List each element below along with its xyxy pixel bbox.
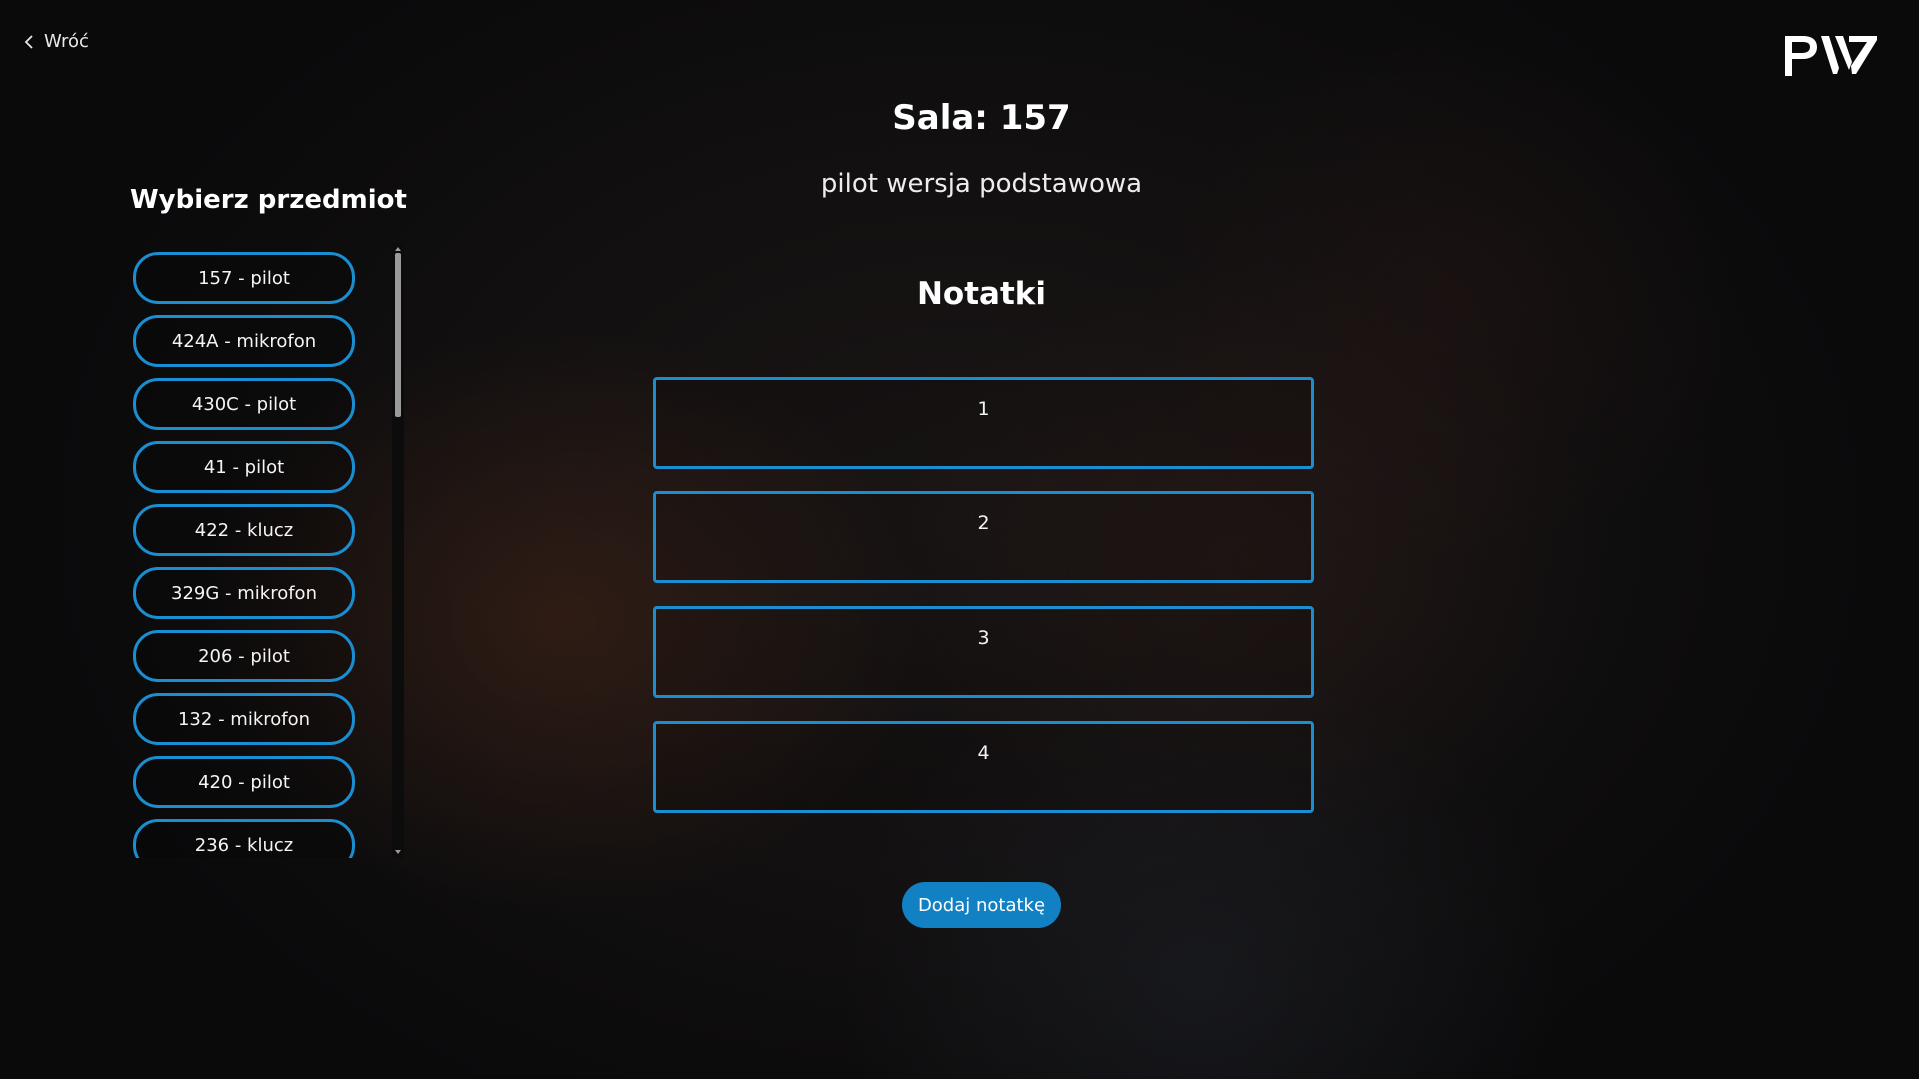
- item-button[interactable]: 206 - pilot: [133, 630, 355, 682]
- item-button[interactable]: 41 - pilot: [133, 441, 355, 493]
- back-label: Wróć: [44, 31, 89, 52]
- note-field[interactable]: 3: [653, 606, 1314, 698]
- item-button[interactable]: 424A - mikrofon: [133, 315, 355, 367]
- chevron-left-icon: [24, 34, 34, 50]
- note-field[interactable]: 1: [653, 377, 1314, 469]
- item-list-scrollbar[interactable]: [392, 243, 404, 858]
- scroll-up-arrow-icon[interactable]: [395, 247, 401, 251]
- sidebar-title: Wybierz przedmiot: [130, 185, 407, 215]
- back-link[interactable]: Wróć: [24, 31, 89, 52]
- notes-title: Notatki: [916, 276, 1047, 312]
- scroll-down-arrow-icon[interactable]: [395, 850, 401, 854]
- pw-logo: [1783, 32, 1879, 80]
- room-title: Sala: 157: [892, 98, 1071, 138]
- item-list[interactable]: 157 - pilot 424A - mikrofon 430C - pilot…: [128, 243, 368, 858]
- note-text: 2: [977, 512, 990, 534]
- item-button[interactable]: 236 - klucz: [133, 819, 355, 858]
- note-text: 4: [977, 742, 990, 764]
- item-button[interactable]: 422 - klucz: [133, 504, 355, 556]
- note-text: 3: [977, 627, 990, 649]
- item-list-panel: 157 - pilot 424A - mikrofon 430C - pilot…: [128, 243, 404, 858]
- note-text: 1: [977, 398, 990, 420]
- note-field[interactable]: 4: [653, 721, 1314, 813]
- note-field[interactable]: 2: [653, 491, 1314, 583]
- item-button[interactable]: 430C - pilot: [133, 378, 355, 430]
- item-button[interactable]: 132 - mikrofon: [133, 693, 355, 745]
- item-button[interactable]: 329G - mikrofon: [133, 567, 355, 619]
- item-button[interactable]: 420 - pilot: [133, 756, 355, 808]
- add-note-button[interactable]: Dodaj notatkę: [902, 882, 1061, 928]
